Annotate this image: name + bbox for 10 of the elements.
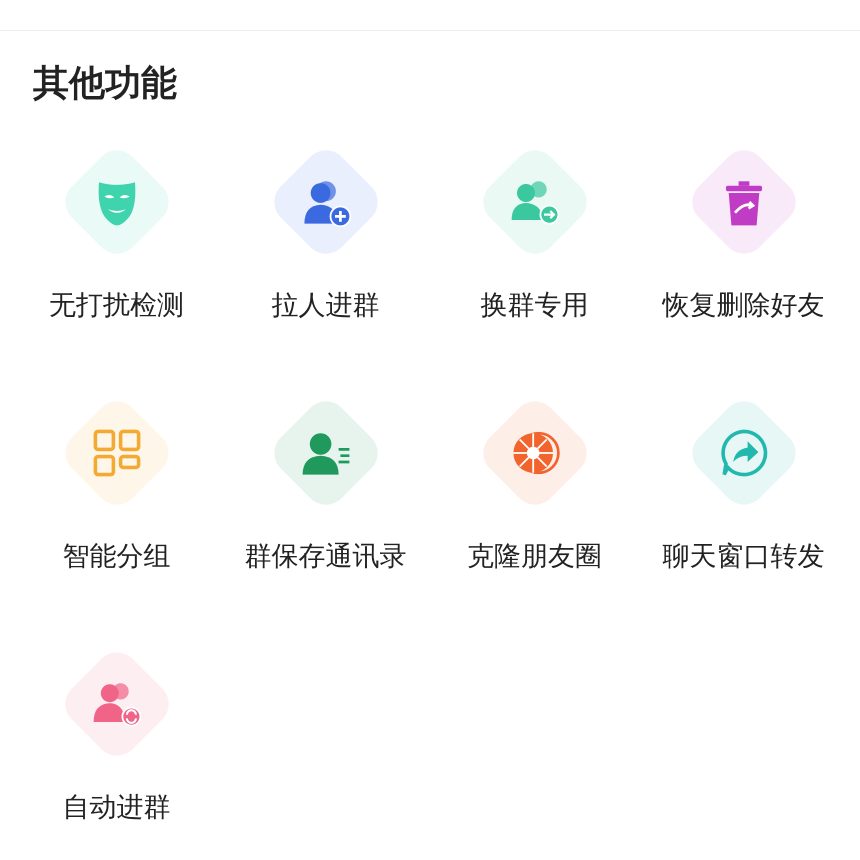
feature-label: 克隆朋友圈 <box>467 540 602 574</box>
feature-label: 换群专用 <box>480 289 588 323</box>
feature-label: 拉人进群 <box>272 289 380 323</box>
feature-label: 智能分组 <box>62 540 170 574</box>
feature-label: 群保存通讯录 <box>244 540 406 574</box>
feature-label: 聊天窗口转发 <box>662 540 824 574</box>
feature-label: 自动进群 <box>62 791 170 825</box>
feature-label: 无打扰检测 <box>49 289 184 323</box>
feature-label: 恢复删除好友 <box>662 289 824 323</box>
section-title: 其他功能 <box>33 62 178 106</box>
